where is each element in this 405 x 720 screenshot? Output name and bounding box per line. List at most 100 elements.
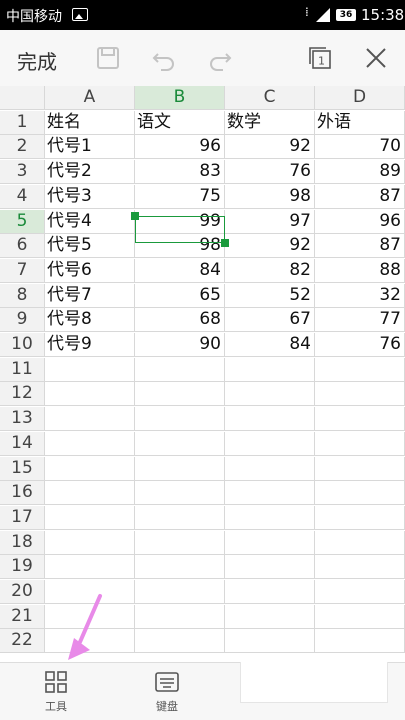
done-button[interactable]: 完成 (17, 46, 57, 75)
row-header[interactable]: 7 (0, 259, 45, 283)
row-header[interactable]: 19 (0, 555, 45, 579)
cell-b[interactable]: 75 (135, 185, 225, 209)
cell-c[interactable] (225, 531, 315, 555)
cell-b[interactable] (135, 605, 225, 629)
row-header[interactable]: 15 (0, 457, 45, 481)
cell-c[interactable]: 52 (225, 284, 315, 308)
cell-c[interactable] (225, 407, 315, 431)
cell-a[interactable] (45, 555, 135, 579)
cell-d[interactable] (315, 481, 405, 505)
row-header[interactable]: 6 (0, 234, 45, 258)
row-header[interactable]: 8 (0, 284, 45, 308)
row-header[interactable]: 5 (0, 210, 45, 234)
cell-a[interactable] (45, 382, 135, 406)
selection-handle-end[interactable] (221, 239, 229, 247)
close-icon[interactable] (362, 44, 390, 72)
cell-b[interactable]: 68 (135, 308, 225, 332)
column-header-a[interactable]: A (45, 86, 135, 110)
cell-b[interactable]: 90 (135, 333, 225, 357)
cell-a[interactable]: 代号1 (45, 135, 135, 159)
cell-b[interactable] (135, 531, 225, 555)
row-header[interactable]: 10 (0, 333, 45, 357)
sheets-icon[interactable]: 1 (306, 44, 334, 72)
cell-b[interactable]: 96 (135, 135, 225, 159)
column-header-b[interactable]: B (135, 86, 225, 110)
cell-b[interactable] (135, 407, 225, 431)
cell-c[interactable] (225, 481, 315, 505)
cell-d[interactable]: 87 (315, 185, 405, 209)
cell-b[interactable] (135, 555, 225, 579)
cell-b[interactable]: 83 (135, 160, 225, 184)
row-header[interactable]: 4 (0, 185, 45, 209)
cell-d[interactable] (315, 605, 405, 629)
row-header[interactable]: 2 (0, 135, 45, 159)
cell-a[interactable] (45, 481, 135, 505)
cell-b[interactable] (135, 506, 225, 530)
save-icon[interactable] (94, 44, 122, 72)
cell-d[interactable] (315, 531, 405, 555)
cell-b[interactable] (135, 629, 225, 653)
cell-d[interactable]: 外语 (315, 111, 405, 135)
cell-a[interactable] (45, 432, 135, 456)
cell-a[interactable]: 姓名 (45, 111, 135, 135)
row-header[interactable]: 3 (0, 160, 45, 184)
cell-c[interactable]: 97 (225, 210, 315, 234)
cell-a[interactable]: 代号4 (45, 210, 135, 234)
row-header[interactable]: 17 (0, 506, 45, 530)
cell-c[interactable] (225, 506, 315, 530)
row-header[interactable]: 21 (0, 605, 45, 629)
cell-c[interactable] (225, 605, 315, 629)
cell-a[interactable] (45, 407, 135, 431)
cell-d[interactable]: 70 (315, 135, 405, 159)
row-header[interactable]: 9 (0, 308, 45, 332)
undo-icon[interactable] (150, 44, 178, 72)
cell-d[interactable] (315, 629, 405, 653)
cell-b[interactable] (135, 457, 225, 481)
cell-a[interactable]: 代号9 (45, 333, 135, 357)
cell-d[interactable]: 77 (315, 308, 405, 332)
cell-b[interactable] (135, 382, 225, 406)
row-header[interactable]: 14 (0, 432, 45, 456)
row-header[interactable]: 13 (0, 407, 45, 431)
cell-b[interactable]: 65 (135, 284, 225, 308)
cell-d[interactable] (315, 382, 405, 406)
cell-c[interactable]: 92 (225, 135, 315, 159)
cell-d[interactable] (315, 432, 405, 456)
cell-c[interactable]: 84 (225, 333, 315, 357)
row-header[interactable]: 22 (0, 629, 45, 653)
row-header[interactable]: 18 (0, 531, 45, 555)
cell-b[interactable] (135, 358, 225, 382)
row-header[interactable]: 20 (0, 580, 45, 604)
row-header[interactable]: 1 (0, 111, 45, 135)
cell-c[interactable] (225, 629, 315, 653)
cell-d[interactable]: 89 (315, 160, 405, 184)
row-header[interactable]: 16 (0, 481, 45, 505)
formula-input-area[interactable] (240, 662, 388, 703)
cell-b[interactable]: 语文 (135, 111, 225, 135)
cell-c[interactable]: 92 (225, 234, 315, 258)
cell-d[interactable]: 32 (315, 284, 405, 308)
cell-a[interactable] (45, 531, 135, 555)
cell-d[interactable] (315, 580, 405, 604)
cell-c[interactable] (225, 432, 315, 456)
select-all-corner[interactable] (0, 86, 45, 110)
cell-c[interactable]: 数学 (225, 111, 315, 135)
column-header-c[interactable]: C (225, 86, 315, 110)
cell-d[interactable] (315, 506, 405, 530)
cell-a[interactable]: 代号2 (45, 160, 135, 184)
cell-a[interactable]: 代号7 (45, 284, 135, 308)
selected-cell-outline[interactable] (135, 216, 225, 243)
cell-a[interactable]: 代号3 (45, 185, 135, 209)
cell-b[interactable]: 84 (135, 259, 225, 283)
cell-d[interactable] (315, 457, 405, 481)
cell-c[interactable] (225, 457, 315, 481)
cell-b[interactable] (135, 481, 225, 505)
cell-a[interactable] (45, 457, 135, 481)
cell-d[interactable]: 88 (315, 259, 405, 283)
tools-button[interactable]: 工具 (26, 671, 86, 714)
cell-d[interactable] (315, 407, 405, 431)
cell-d[interactable] (315, 555, 405, 579)
cell-d[interactable] (315, 358, 405, 382)
cell-d[interactable]: 96 (315, 210, 405, 234)
column-header-d[interactable]: D (315, 86, 405, 110)
